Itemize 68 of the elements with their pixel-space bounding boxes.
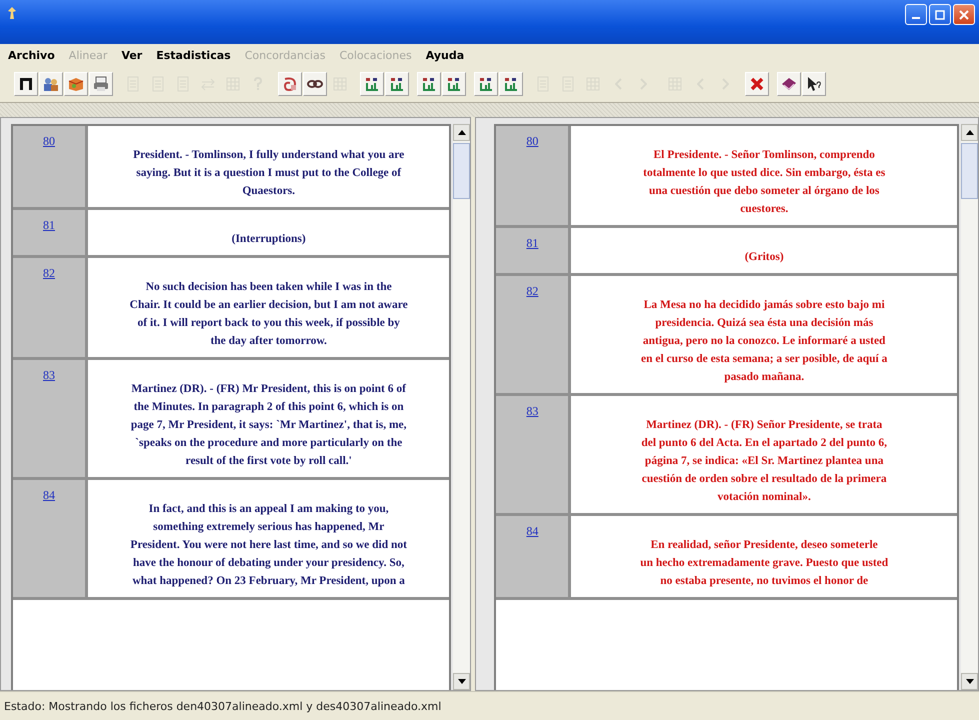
scrollbar[interactable] [961, 124, 978, 690]
scrollbar[interactable] [453, 124, 470, 690]
close-icon [748, 75, 766, 93]
toolbar-button[interactable] [442, 72, 466, 96]
chart-icon [502, 75, 520, 93]
segment-text: Martinez (DR). - (FR) Señor Presidente, se trata del punto 6 del Acta. En el apartado 2 del punto 6, página 7, se indica: «El Sr. Martinez plantea una cuestión de orden sobre el resultado de la primera votación nominal». [640, 418, 888, 505]
maximize-button[interactable] [929, 4, 951, 25]
segment-number-link[interactable]: 82 [526, 284, 538, 298]
pointer-icon [805, 75, 823, 93]
segment-number-link[interactable]: 81 [526, 236, 538, 250]
chart-icon [477, 75, 495, 93]
segment-number-link[interactable]: 84 [43, 488, 55, 502]
toolbar-button[interactable] [499, 72, 523, 96]
segment-text: Martinez (DR). - (FR) Mr President, this is on point 6 of the Minutes. In paragraph 2 of this point 6, which is on page 7, Mr President, it says: `Mr Martinez', that is, me, `speaks on the procedure and more particularly on the result of the first vote by roll call.' [130, 382, 408, 469]
close-icon [959, 10, 969, 20]
menu-item[interactable]: Ayuda [426, 48, 464, 62]
chart-icon [363, 75, 381, 93]
people-icon [42, 75, 60, 93]
scroll-down-button[interactable] [453, 673, 470, 690]
segment-number-link[interactable]: 83 [43, 368, 55, 382]
segment-number-link[interactable]: 81 [43, 218, 55, 232]
maximize-icon [935, 10, 945, 20]
scroll-up-button[interactable] [453, 124, 470, 141]
scroll-down-button[interactable] [961, 673, 978, 690]
toolbar-button[interactable] [417, 72, 441, 96]
segment-number-link[interactable]: 83 [526, 404, 538, 418]
chart-icon [420, 75, 438, 93]
toolbar-button[interactable] [360, 72, 384, 96]
scroll-up-button[interactable] [961, 124, 978, 141]
down-arrow-icon [966, 679, 974, 684]
toolbar-button[interactable] [777, 72, 801, 96]
segment-number-link[interactable]: 82 [43, 266, 55, 280]
segment-number-link[interactable]: 80 [43, 134, 55, 148]
close-button[interactable] [953, 4, 975, 25]
toolbar-button[interactable] [385, 72, 409, 96]
segment-text: En realidad, señor Presidente, deseo someterle un hecho extremadamente grave. Puesto que usted no estaba presente, no tuvimos el honor de [639, 538, 890, 589]
scroll-thumb[interactable] [453, 143, 470, 199]
segment-text: No such decision has been taken while I was in the Chair. It could be an earlier decision, but I am not aware of it. I will report back to you this week, if possible by the day after tomorrow. [128, 280, 409, 349]
segment-text: In fact, and this is an appeal I am making to you, something extremely serious has happened, Mr President. You were not here last time, and so we did not have the honour of debating under your presidency. So, what happened? On 23 February, Mr President, upon a [129, 502, 408, 589]
scroll-thumb[interactable] [961, 143, 978, 199]
segment-text: La Mesa no ha decidido jamás sobre esto bajo mi presidencia. Quizá sea ésta una decisión más antigua, pero no la conozco. Le informaré a usted en el curso de esta semana; a ser posible, de aquí a pasado mañana. [640, 298, 888, 385]
toolbar-button[interactable] [303, 72, 327, 96]
toolbar-button[interactable] [474, 72, 498, 96]
segment-text: El Presidente. - Señor Tomlinson, comprendo totalmente lo que usted dice. Sin embargo, ésta es una cuestión que debo someter al órgano de los cuestores. [642, 148, 886, 217]
box-icon [67, 75, 85, 93]
pi-icon [17, 75, 35, 93]
segment-text: President. - Tomlinson, I fully understand what you are saying. But it is a question I must put to the College of Quaestors. [132, 148, 406, 199]
down-arrow-icon [458, 679, 466, 684]
chart-icon [445, 75, 463, 93]
toolbar-button[interactable] [802, 72, 826, 96]
chart-icon [388, 75, 406, 93]
swirl-icon [281, 75, 299, 93]
segment-number-link[interactable]: 80 [526, 134, 538, 148]
segment-text: (Interruptions) [230, 232, 307, 247]
menu-item[interactable]: Estadisticas [156, 48, 231, 62]
app-icon [6, 6, 18, 20]
minimize-button[interactable] [905, 4, 927, 25]
toolbar-button[interactable] [14, 72, 38, 96]
segment-number-link[interactable]: 84 [526, 524, 538, 538]
minimize-icon [912, 16, 920, 18]
up-arrow-icon [966, 130, 974, 135]
segment-text: (Gritos) [744, 250, 785, 265]
up-arrow-icon [458, 130, 466, 135]
printer-icon [92, 75, 110, 93]
book-icon [780, 75, 798, 93]
menu-item[interactable]: Archivo [8, 48, 55, 62]
menu-item[interactable]: Ver [121, 48, 142, 62]
status-text: Estado: Mostrando los ficheros den40307alineado.xml y des40307alineado.xml [0, 691, 979, 720]
